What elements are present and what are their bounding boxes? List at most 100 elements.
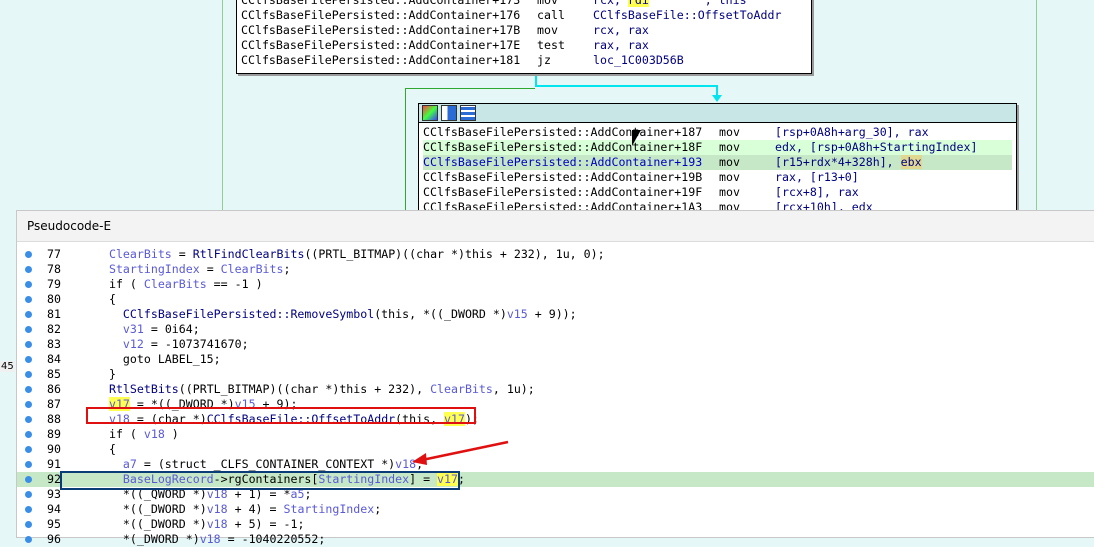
line-number: 88 (47, 412, 61, 426)
code-line[interactable]: 80 { (17, 292, 1094, 307)
asm-address: CClfsBaseFilePersisted::AddContainer+19F (423, 185, 703, 199)
edge-false-horizontal (405, 88, 535, 89)
line-number: 92 (47, 472, 61, 486)
asm-mnemonic: mov (537, 0, 558, 7)
breakpoint-dot-icon[interactable] (25, 521, 32, 528)
code-text[interactable]: if ( v18 ) (95, 427, 179, 442)
asm-operand: edx, [rsp+0A8h+StartingIndex] (775, 140, 978, 154)
code-line[interactable]: 77 ClearBits = RtlFindClearBits((PRTL_BI… (17, 247, 1094, 262)
asm-line[interactable]: CClfsBaseFilePersisted::AddContainer+17B… (241, 23, 807, 38)
breakpoint-dot-icon[interactable] (25, 401, 32, 408)
code-line[interactable]: 85 } (17, 367, 1094, 382)
asm-line-selected[interactable]: CClfsBaseFilePersisted::AddContainer+193… (423, 155, 1012, 170)
breakpoint-dot-icon[interactable] (25, 326, 32, 333)
asm-address: CClfsBaseFilePersisted::AddContainer+18F (423, 140, 703, 154)
asm-address: CClfsBaseFilePersisted::AddContainer+193 (423, 155, 703, 169)
code-text[interactable]: *(_DWORD *)v18 = -1040220552; (95, 532, 325, 547)
asm-line[interactable]: CClfsBaseFilePersisted::AddContainer+181… (241, 53, 807, 68)
code-text[interactable]: v12 = -1073741670; (95, 337, 249, 352)
asm-line[interactable]: CClfsBaseFilePersisted::AddContainer+18F… (423, 140, 1012, 155)
annotation-blue-box (60, 471, 460, 490)
breakpoint-dot-icon[interactable] (25, 536, 32, 543)
code-text[interactable]: CClfsBaseFilePersisted::RemoveSymbol(thi… (95, 307, 577, 322)
code-line[interactable]: 86 RtlSetBits((PRTL_BITMAP)((char *)this… (17, 382, 1094, 397)
pseudocode-tab-title[interactable]: Pseudocode-E (17, 211, 1094, 242)
asm-mnemonic: mov (719, 185, 740, 199)
asm-mnemonic: test (537, 38, 565, 52)
code-area[interactable]: 77 ClearBits = RtlFindClearBits((PRTL_BI… (17, 242, 1094, 547)
breakpoint-dot-icon[interactable] (25, 371, 32, 378)
asm-line[interactable]: CClfsBaseFilePersisted::AddContainer+17E… (241, 38, 807, 53)
graph-frame-left (222, 0, 223, 210)
breakpoint-dot-icon[interactable] (25, 311, 32, 318)
graph-node-upper[interactable]: CClfsBaseFilePersisted::AddContainer+173… (236, 0, 812, 74)
line-number: 84 (47, 352, 61, 366)
breakpoint-dot-icon[interactable] (25, 446, 32, 453)
edge-false (405, 88, 406, 210)
code-line[interactable]: 82 v31 = 0i64; (17, 322, 1094, 337)
code-text[interactable]: if ( ClearBits == -1 ) (95, 277, 263, 292)
color-palette-icon[interactable] (422, 105, 438, 121)
rename-node-icon[interactable] (441, 105, 457, 121)
asm-line[interactable]: CClfsBaseFilePersisted::AddContainer+176… (241, 8, 807, 23)
edge-true (535, 72, 537, 86)
asm-mnemonic: jz (537, 53, 551, 67)
asm-operand[interactable]: CClfsBaseFile::OffsetToAddr (593, 8, 781, 23)
asm-line[interactable]: CClfsBaseFilePersisted::AddContainer+19B… (423, 170, 1012, 185)
breakpoint-dot-icon[interactable] (25, 266, 32, 273)
code-text[interactable]: { (95, 292, 116, 307)
code-line[interactable]: 84 goto LABEL_15; (17, 352, 1094, 367)
code-text[interactable]: StartingIndex = ClearBits; (95, 262, 291, 277)
breakpoint-dot-icon[interactable] (25, 416, 32, 423)
breakpoint-dot-icon[interactable] (25, 431, 32, 438)
breakpoint-dot-icon[interactable] (25, 341, 32, 348)
code-line[interactable]: 90 { (17, 442, 1094, 457)
line-number: 85 (47, 367, 61, 381)
breakpoint-dot-icon[interactable] (25, 476, 32, 483)
breakpoint-dot-icon[interactable] (25, 281, 32, 288)
code-line[interactable]: 91 a7 = (struct _CLFS_CONTAINER_CONTEXT … (17, 457, 1094, 472)
asm-address: CClfsBaseFilePersisted::AddContainer+187 (423, 125, 703, 139)
breakpoint-dot-icon[interactable] (25, 386, 32, 393)
code-text[interactable]: *((_DWORD *)v18 + 5) = -1; (95, 517, 305, 532)
breakpoint-dot-icon[interactable] (25, 356, 32, 363)
line-number: 94 (47, 502, 61, 516)
code-text[interactable]: a7 = (struct _CLFS_CONTAINER_CONTEXT *)v… (95, 457, 423, 472)
asm-line[interactable]: CClfsBaseFilePersisted::AddContainer+19F… (423, 185, 1012, 200)
code-line[interactable]: 96 *(_DWORD *)v18 = -1040220552; (17, 532, 1094, 547)
breakpoint-dot-icon[interactable] (25, 491, 32, 498)
mouse-pointer-icon (632, 130, 641, 146)
code-line[interactable]: 81 CClfsBaseFilePersisted::RemoveSymbol(… (17, 307, 1094, 322)
breakpoint-dot-icon[interactable] (25, 251, 32, 258)
asm-address: CClfsBaseFilePersisted::AddContainer+181 (241, 53, 521, 67)
breakpoint-dot-icon[interactable] (25, 461, 32, 468)
line-number: 93 (47, 487, 61, 501)
asm-line[interactable]: CClfsBaseFilePersisted::AddContainer+173… (241, 0, 807, 8)
code-line[interactable]: 83 v12 = -1073741670; (17, 337, 1094, 352)
graph-view[interactable]: CClfsBaseFilePersisted::AddContainer+173… (0, 0, 1094, 225)
code-text[interactable]: { (95, 442, 116, 457)
breakpoint-dot-icon[interactable] (25, 296, 32, 303)
code-text[interactable]: goto LABEL_15; (95, 352, 221, 367)
code-text[interactable]: ClearBits = RtlFindClearBits((PRTL_BITMA… (95, 247, 605, 262)
asm-line[interactable]: CClfsBaseFilePersisted::AddContainer+187… (423, 125, 1012, 140)
asm-mnemonic: mov (537, 23, 558, 37)
code-text[interactable]: RtlSetBits((PRTL_BITMAP)((char *)this + … (95, 382, 535, 397)
line-number: 83 (47, 337, 61, 351)
breakpoint-dot-icon[interactable] (25, 506, 32, 513)
graph-node-lower[interactable]: CClfsBaseFilePersisted::AddContainer+187… (418, 103, 1017, 225)
code-text[interactable]: v31 = 0i64; (95, 322, 200, 337)
code-line[interactable]: 78 StartingIndex = ClearBits; (17, 262, 1094, 277)
code-text[interactable]: *((_DWORD *)v18 + 4) = StartingIndex; (95, 502, 381, 517)
code-line[interactable]: 79 if ( ClearBits == -1 ) (17, 277, 1094, 292)
group-nodes-icon[interactable] (460, 105, 476, 121)
code-text[interactable]: } (95, 367, 116, 382)
asm-operand: [rsp+0A8h+arg_30], rax (775, 125, 929, 139)
asm-mnemonic: mov (719, 155, 740, 169)
asm-operand[interactable]: loc_1C003D56B (593, 53, 684, 68)
asm-operand: rcx, rax (593, 23, 649, 37)
line-number: 89 (47, 427, 61, 441)
code-line[interactable]: 94 *((_DWORD *)v18 + 4) = StartingIndex; (17, 502, 1094, 517)
code-line[interactable]: 89 if ( v18 ) (17, 427, 1094, 442)
code-line[interactable]: 95 *((_DWORD *)v18 + 5) = -1; (17, 517, 1094, 532)
